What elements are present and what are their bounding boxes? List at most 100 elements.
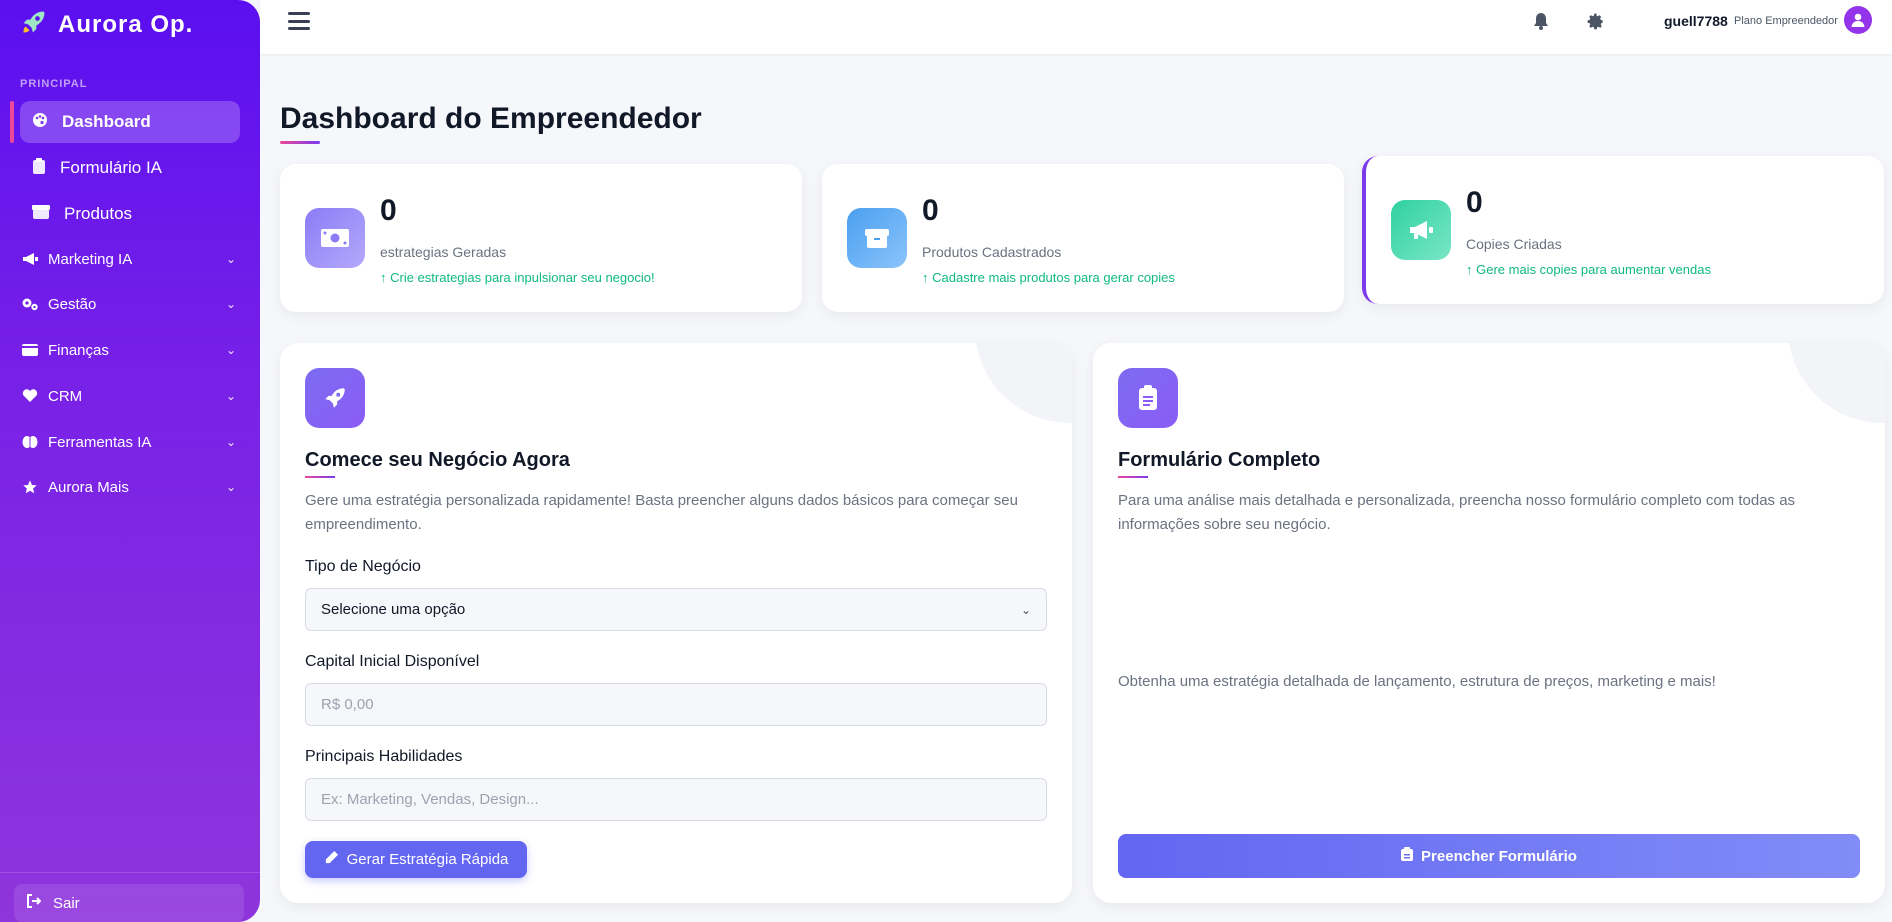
palette-icon	[32, 112, 48, 133]
stat-card-copies: 0 Copies Criadas ↑ Gere mais copies para…	[1362, 156, 1884, 304]
button-label: Preencher Formulário	[1421, 847, 1577, 865]
card-underline	[1118, 476, 1148, 478]
megaphone-icon	[20, 252, 40, 266]
card-description-line: informações sobre seu negócio.	[1118, 516, 1331, 533]
card-extra-text: Obtenha uma estratégia detalhada de lanç…	[1118, 673, 1716, 690]
page-title: Dashboard do Empreendedor	[280, 102, 702, 135]
logout-button[interactable]: Sair	[14, 884, 244, 922]
fill-form-button[interactable]: Preencher Formulário	[1118, 834, 1860, 878]
quick-start-card: Comece seu Negócio Agora Gere uma estrat…	[280, 343, 1072, 903]
rocket-icon	[305, 368, 365, 428]
card-description-line: Gere uma estratégia personalizada rapida…	[305, 492, 1018, 509]
stat-card-produtos: 0 Produtos Cadastrados ↑ Cadastre mais p…	[822, 164, 1344, 312]
card-description-line: Para uma análise mais detalhada e person…	[1118, 492, 1796, 509]
card-description: Para uma análise mais detalhada e person…	[1118, 489, 1795, 537]
stat-value: 0	[1466, 186, 1483, 219]
sidebar-group-ferramentas-ia[interactable]: Ferramentas IA ⌄	[20, 422, 240, 462]
brand[interactable]: Aurora Op.	[20, 8, 193, 41]
capital-label: Capital Inicial Disponível	[305, 653, 480, 670]
business-type-select[interactable]: Selecione uma opção ⌄	[305, 588, 1047, 631]
brain-icon	[20, 435, 40, 449]
box-icon	[847, 208, 907, 268]
clipboard-icon	[32, 157, 46, 179]
clipboard-list-icon	[1118, 368, 1178, 428]
chevron-down-icon: ⌄	[225, 297, 236, 311]
stat-hint: ↑ Cadastre mais produtos para gerar copi…	[922, 270, 1175, 285]
bell-icon[interactable]	[1530, 10, 1552, 32]
clipboard-icon	[1401, 847, 1414, 865]
business-type-label: Tipo de Negócio	[305, 558, 421, 575]
sidebar-item-formulario-ia[interactable]: Formulário IA	[20, 147, 240, 189]
star-icon	[20, 479, 40, 495]
sidebar-group-gestao[interactable]: Gestão ⌄	[20, 284, 240, 324]
chevron-down-icon: ⌄	[225, 252, 236, 266]
sidebar-group-aurora-mais[interactable]: Aurora Mais ⌄	[20, 467, 240, 507]
sidebar-item-label: Produtos	[64, 204, 133, 223]
chevron-down-icon: ⌄	[225, 480, 236, 494]
sidebar-group-label: Aurora Mais	[48, 478, 129, 496]
section-label-principal: PRINCIPAL	[20, 78, 88, 90]
card-title: Formulário Completo	[1118, 449, 1321, 471]
capital-field-wrapper	[305, 683, 1047, 726]
card-description-line: empreendimento.	[305, 516, 422, 533]
box-icon	[32, 204, 50, 225]
stat-label: estrategias Geradas	[380, 244, 507, 260]
sidebar: Aurora Op. PRINCIPAL Dashboard Formulári…	[0, 0, 260, 922]
chevron-down-icon: ⌄	[225, 389, 236, 403]
sidebar-item-label: Formulário IA	[60, 158, 163, 177]
chevron-down-icon: ⌄	[225, 435, 236, 449]
sidebar-group-crm[interactable]: CRM ⌄	[20, 376, 240, 416]
title-underline	[280, 141, 320, 144]
stat-value: 0	[380, 194, 397, 227]
heart-icon	[20, 389, 40, 403]
business-type-value: Selecione uma opção	[321, 601, 466, 618]
sign-out-icon	[26, 894, 42, 912]
sidebar-item-label: Dashboard	[62, 112, 151, 131]
rocket-icon	[20, 8, 48, 41]
decorative-circle	[975, 343, 1072, 423]
chevron-down-icon: ⌄	[1020, 602, 1031, 617]
avatar[interactable]	[1844, 6, 1872, 34]
brand-name: Aurora Op.	[58, 10, 194, 38]
sidebar-group-label: Finanças	[48, 341, 109, 359]
username[interactable]: guell7788	[1664, 13, 1728, 29]
sidebar-group-marketing-ia[interactable]: Marketing IA ⌄	[20, 239, 240, 279]
logout-label: Sair	[53, 894, 80, 912]
chevron-down-icon: ⌄	[225, 343, 236, 357]
megaphone-icon	[1391, 200, 1451, 260]
skills-label: Principais Habilidades	[305, 748, 463, 765]
sidebar-group-label: Gestão	[48, 295, 97, 313]
generate-quick-strategy-button[interactable]: Gerar Estratégia Rápida	[305, 841, 527, 878]
decorative-circle	[1788, 343, 1885, 423]
wallet-icon	[20, 343, 40, 357]
stat-hint: ↑ Gere mais copies para aumentar vendas	[1466, 262, 1711, 277]
stat-hint: ↑ Crie estrategias para inpulsionar seu …	[380, 270, 655, 285]
gears-icon	[20, 297, 40, 311]
sidebar-group-label: Marketing IA	[48, 250, 133, 268]
sidebar-group-label: CRM	[48, 387, 83, 405]
stat-value: 0	[922, 194, 939, 227]
stat-label: Produtos Cadastrados	[922, 244, 1062, 260]
sidebar-group-label: Ferramentas IA	[48, 433, 152, 451]
button-label: Gerar Estratégia Rápida	[346, 851, 509, 868]
sidebar-group-financas[interactable]: Finanças ⌄	[20, 330, 240, 370]
gear-icon[interactable]	[1584, 10, 1606, 32]
stat-label: Copies Criadas	[1466, 236, 1562, 252]
skills-field-wrapper	[305, 778, 1047, 821]
full-form-card: Formulário Completo Para uma análise mai…	[1093, 343, 1885, 903]
card-underline	[305, 476, 335, 478]
skills-input[interactable]	[321, 791, 1031, 808]
card-description: Gere uma estratégia personalizada rapida…	[305, 489, 1018, 537]
sidebar-item-produtos[interactable]: Produtos	[20, 193, 240, 235]
sidebar-divider	[0, 872, 260, 873]
stat-card-estrategias: 0 estrategias Geradas ↑ Crie estrategias…	[280, 164, 802, 312]
capital-input[interactable]	[321, 696, 1031, 713]
menu-toggle-icon[interactable]	[288, 12, 310, 30]
active-indicator	[10, 101, 14, 143]
topbar: guell7788 Plano Empreendedor	[260, 0, 1892, 54]
plan-label: Plano Empreendedor	[1734, 15, 1838, 27]
card-title: Comece seu Negócio Agora	[305, 449, 570, 471]
money-bill-icon	[305, 208, 365, 268]
pencil-icon	[324, 850, 339, 869]
sidebar-item-dashboard[interactable]: Dashboard	[20, 101, 240, 143]
